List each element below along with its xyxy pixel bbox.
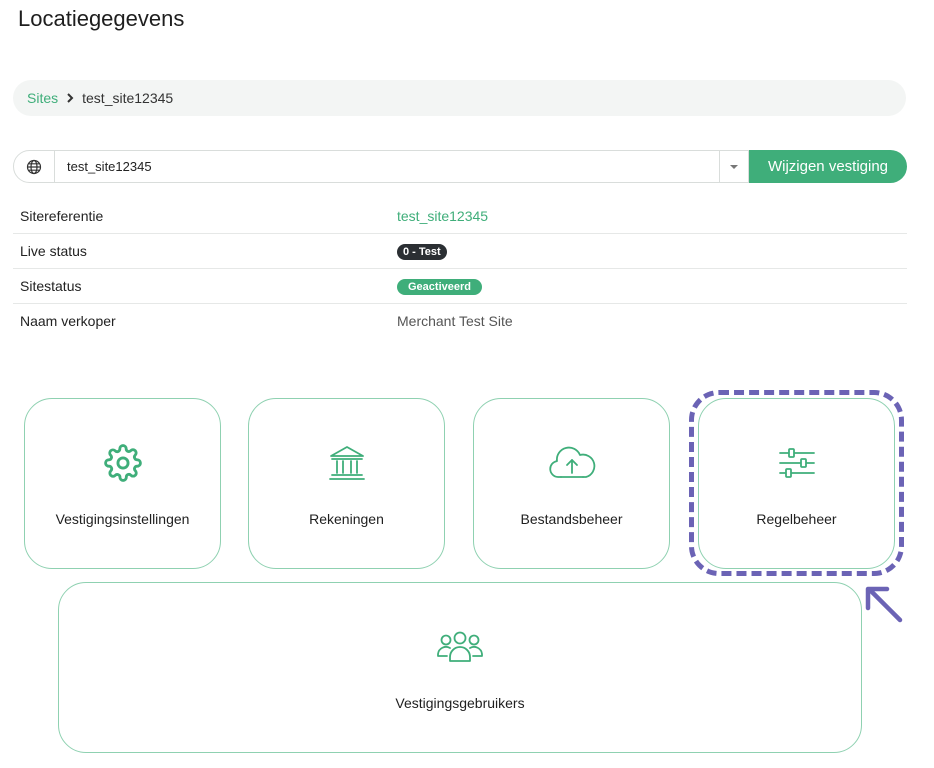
site-reference-link[interactable]: test_site12345 (397, 208, 488, 224)
tile-rekeningen[interactable]: Rekeningen (248, 398, 445, 569)
site-status-badge: Geactiveerd (397, 279, 482, 295)
detail-label: Naam verkoper (20, 313, 116, 329)
chevron-down-icon[interactable] (719, 151, 748, 182)
site-selector-bar: test_site12345 Wijzigen vestiging (13, 150, 907, 183)
breadcrumb: Sites test_site12345 (13, 80, 906, 116)
site-select[interactable]: test_site12345 (13, 150, 749, 183)
breadcrumb-link-sites[interactable]: Sites (27, 90, 58, 106)
details-row-site-reference: Sitereferentie test_site12345 (13, 199, 907, 234)
tile-bestandsbeheer[interactable]: Bestandsbeheer (473, 398, 670, 569)
details-row-merchant-name: Naam verkoper Merchant Test Site (13, 304, 907, 338)
cloud-upload-icon (548, 443, 596, 483)
tile-vestigingsinstellingen[interactable]: Vestigingsinstellingen (24, 398, 221, 569)
chevron-right-icon (66, 93, 74, 103)
change-site-button[interactable]: Wijzigen vestiging (749, 150, 907, 183)
merchant-name-value: Merchant Test Site (397, 313, 513, 329)
tile-label: Vestigingsinstellingen (55, 511, 190, 527)
gear-icon (103, 443, 142, 483)
arrow-up-left-icon (862, 584, 904, 629)
globe-icon (14, 151, 55, 182)
tile-label: Bestandsbeheer (520, 511, 623, 527)
site-details-table: Sitereferentie test_site12345 Live statu… (13, 199, 907, 338)
tile-vestigingsgebruikers[interactable]: Vestigingsgebruikers (58, 582, 862, 753)
detail-label: Live status (20, 243, 87, 259)
live-status-badge: 0 - Test (397, 244, 447, 260)
page-title: Locatiegegevens (18, 6, 185, 31)
tile-label: Vestigingsgebruikers (395, 695, 525, 711)
detail-label: Sitereferentie (20, 208, 104, 224)
details-row-site-status: Sitestatus Geactiveerd (13, 269, 907, 304)
site-select-value: test_site12345 (67, 159, 152, 174)
breadcrumb-current: test_site12345 (82, 90, 174, 106)
tile-label: Rekeningen (309, 511, 384, 527)
bank-icon (327, 443, 367, 483)
sliders-icon (777, 443, 817, 483)
users-icon (435, 627, 485, 667)
details-row-live-status: Live status 0 - Test (13, 234, 907, 269)
detail-label: Sitestatus (20, 278, 82, 294)
tile-label: Regelbeheer (756, 511, 837, 527)
tile-regelbeheer[interactable]: Regelbeheer (698, 398, 895, 569)
